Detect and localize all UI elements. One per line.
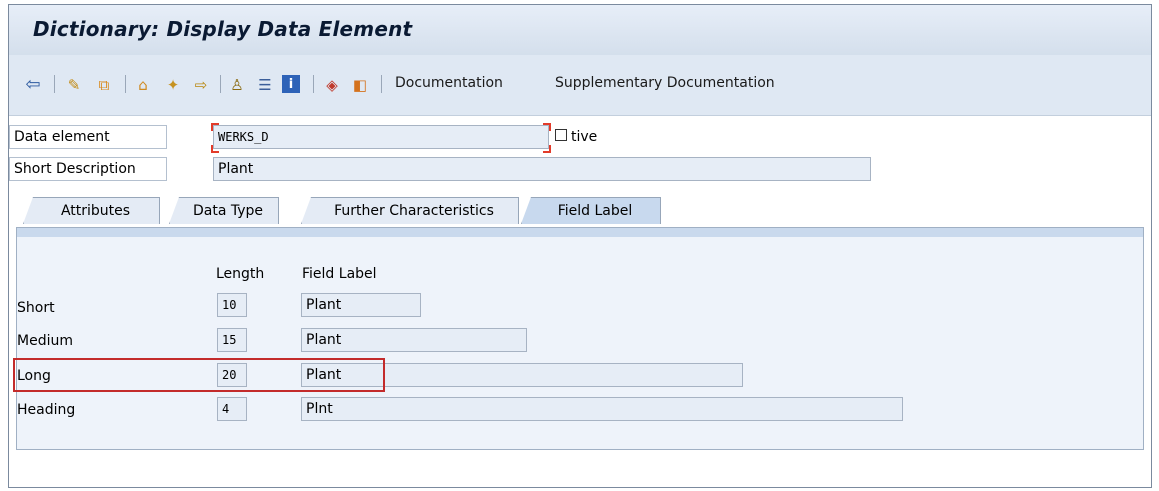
data-element-label: Data element	[9, 125, 167, 149]
toolbar-separator	[54, 75, 55, 93]
tab-strip: Attributes Data Type Further Characteris…	[9, 188, 1151, 228]
where-used-icon[interactable]: ⌂	[133, 75, 153, 95]
panel-header-strip	[17, 228, 1143, 237]
tab-data-type[interactable]: Data Type	[169, 197, 279, 224]
length-medium-field[interactable]: 15	[217, 328, 247, 352]
required-marker	[211, 123, 219, 131]
display-change-icon[interactable]: ✎	[64, 75, 84, 95]
required-marker	[543, 145, 551, 153]
back-icon[interactable]: ⇦	[23, 75, 43, 95]
list-icon[interactable]: ☰	[255, 75, 275, 95]
documentation-button[interactable]: Documentation	[395, 75, 503, 91]
info-icon[interactable]: i	[282, 75, 300, 93]
length-column-header: Length	[216, 266, 265, 282]
other-object-icon[interactable]: ◧	[350, 75, 370, 95]
row-label-medium: Medium	[17, 333, 73, 349]
hierarchy-icon[interactable]: ♙	[227, 75, 247, 95]
toolbar-separator	[313, 75, 314, 93]
status-text: tive	[571, 129, 598, 145]
required-marker	[211, 145, 219, 153]
row-label-short: Short	[17, 300, 55, 316]
navigate-icon[interactable]: ⇨	[191, 75, 211, 95]
supplementary-documentation-button[interactable]: Supplementary Documentation	[555, 75, 775, 91]
tab-attributes[interactable]: Attributes	[23, 197, 160, 224]
window-title: Dictionary: Display Data Element	[33, 17, 413, 41]
sap-window: Dictionary: Display Data Element ⇦ ✎ ⧉ ⌂…	[8, 4, 1152, 488]
magic-wand-icon[interactable]: ✦	[163, 75, 183, 95]
field-label-medium-input[interactable]: Plant	[301, 328, 527, 352]
title-bar: Dictionary: Display Data Element	[9, 5, 1151, 56]
object-list-icon[interactable]: ◈	[322, 75, 342, 95]
toolbar-separator	[381, 75, 382, 93]
length-heading-field[interactable]: 4	[217, 397, 247, 421]
field-label-short-input[interactable]: Plant	[301, 293, 421, 317]
toolbar-separator	[220, 75, 221, 93]
row-label-heading: Heading	[17, 402, 76, 418]
copy-window-icon[interactable]	[555, 129, 567, 141]
activate-icon[interactable]: ⧉	[94, 75, 114, 95]
short-description-input[interactable]: Plant	[213, 157, 871, 181]
tab-further-characteristics[interactable]: Further Characteristics	[301, 197, 519, 224]
long-row-highlight	[13, 358, 385, 392]
application-toolbar: ⇦ ✎ ⧉ ⌂ ✦ ⇨ ♙ ☰ i ◈ ◧ Documentation Supp…	[9, 55, 1151, 116]
toolbar-separator	[125, 75, 126, 93]
short-description-label: Short Description	[9, 157, 167, 181]
length-short-field[interactable]: 10	[217, 293, 247, 317]
field-label-column-header: Field Label	[302, 266, 377, 282]
data-element-input[interactable]: WERKS_D	[213, 125, 549, 149]
field-label-heading-input[interactable]: Plnt	[301, 397, 903, 421]
required-marker	[543, 123, 551, 131]
tab-field-label[interactable]: Field Label	[521, 197, 661, 224]
